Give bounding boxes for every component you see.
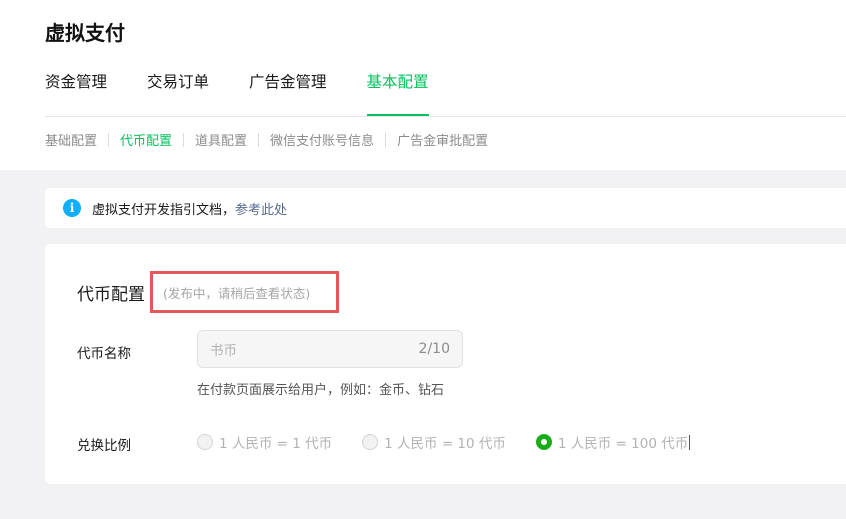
tab-ad-funds[interactable]: 广告金管理	[249, 70, 327, 116]
radio-button-checked[interactable]	[535, 434, 552, 450]
header-area: 虚拟支付 资金管理 交易订单 广告金管理 基本配置 基础配置 代币配置 道具配置…	[0, 0, 846, 170]
token-name-hint: 在付款页面展示给用户，例如：金币、钻石	[197, 383, 445, 398]
ratio-option-label: 1 人民币 = 100 代币	[557, 436, 689, 452]
subtab-props[interactable]: 道具配置	[195, 130, 247, 149]
token-name-label: 代币名称	[77, 346, 131, 362]
subtab-wechat-pay-account[interactable]: 微信支付账号信息	[270, 130, 374, 149]
radio-button[interactable]	[362, 434, 379, 450]
token-name-input[interactable]: 书币 2/10	[197, 330, 463, 368]
ratio-label: 兑换比例	[77, 438, 131, 454]
ratio-option-10[interactable]: 1 人民币 = 10 代币	[362, 432, 506, 452]
notice-text: 虚拟支付开发指引文档，	[92, 202, 236, 218]
token-config-card: 代币配置 (发布中，请稍后查看状态) 代币名称 书币 2/10 在付款页面展示给…	[45, 244, 846, 484]
subtab-ad-approval[interactable]: 广告金审批配置	[397, 130, 488, 149]
status-highlight: (发布中，请稍后查看状态)	[150, 271, 339, 313]
ratio-option-100[interactable]: 1 人民币 = 100 代币	[535, 432, 691, 452]
divider	[385, 132, 387, 147]
divider	[108, 132, 110, 147]
divider	[258, 132, 260, 147]
subtab-basic[interactable]: 基础配置	[45, 130, 97, 149]
divider	[183, 132, 185, 147]
char-count: 2/10	[418, 341, 450, 357]
subtab-token[interactable]: 代币配置	[120, 130, 172, 149]
page-title: 虚拟支付	[45, 21, 125, 45]
card-title: 代币配置	[77, 285, 145, 305]
status-text: (发布中，请稍后查看状态)	[163, 285, 311, 301]
main-tabs: 资金管理 交易订单 广告金管理 基本配置	[45, 70, 469, 116]
sub-tabs: 基础配置 代币配置 道具配置 微信支付账号信息 广告金审批配置	[45, 130, 488, 149]
radio-button[interactable]	[197, 434, 213, 450]
tab-funds[interactable]: 资金管理	[45, 70, 107, 116]
tabs-divider	[45, 116, 846, 117]
token-name-value: 书币	[210, 343, 237, 359]
ratio-radio-group: 1 人民币 = 1 代币 1 人民币 = 10 代币 1 人民币 = 100 代…	[197, 432, 720, 452]
text-cursor	[689, 434, 691, 450]
info-icon: i	[63, 199, 81, 217]
ratio-option-1[interactable]: 1 人民币 = 1 代币	[197, 432, 332, 452]
tab-orders[interactable]: 交易订单	[147, 70, 209, 116]
notice-bar: i 虚拟支付开发指引文档， 参考此处	[45, 188, 846, 228]
doc-link[interactable]: 参考此处	[235, 199, 287, 218]
ratio-option-label: 1 人民币 = 10 代币	[384, 436, 506, 452]
ratio-option-label: 1 人民币 = 1 代币	[219, 436, 333, 452]
tab-basic-config[interactable]: 基本配置	[366, 70, 429, 116]
